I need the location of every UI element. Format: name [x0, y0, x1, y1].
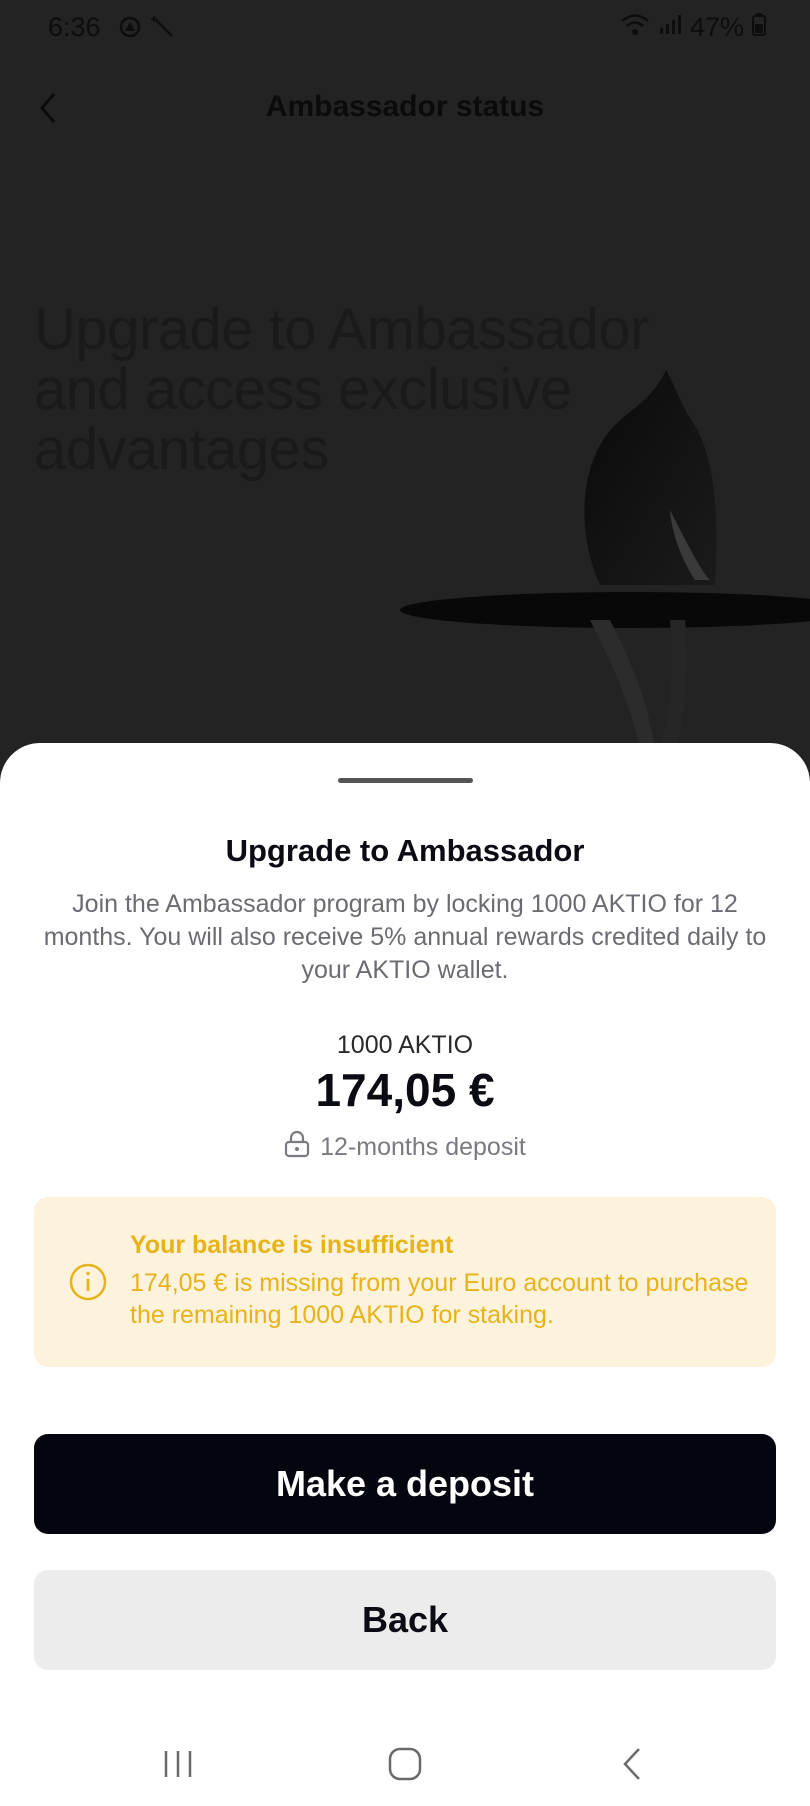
system-nav-bar — [0, 1733, 810, 1806]
notification-icon — [118, 15, 142, 46]
warning-title: Your balance is insufficient — [130, 1231, 454, 1259]
wifi-icon — [620, 12, 650, 43]
warning-text: 174,05 € is missing from your Euro accou… — [130, 1269, 749, 1329]
insufficient-balance-warning: Your balance is insufficient 174,05 € is… — [34, 1197, 776, 1367]
battery-icon — [752, 12, 766, 43]
back-icon[interactable] — [602, 1739, 662, 1789]
status-time: 6:36 — [48, 12, 101, 42]
make-deposit-button[interactable]: Make a deposit — [34, 1434, 776, 1534]
lock-icon — [284, 1130, 310, 1165]
sheet-title: Upgrade to Ambassador — [225, 833, 585, 868]
sheet-description: Join the Ambassador program by locking 1… — [43, 890, 767, 984]
signal-icon — [658, 12, 682, 43]
amount-label: 1000 AKTIO — [336, 1031, 474, 1059]
drag-handle[interactable] — [338, 778, 473, 783]
status-bar: 6:36 47% — [0, 0, 810, 56]
info-icon — [68, 1262, 108, 1302]
status-right: 47% — [620, 12, 766, 43]
back-button[interactable]: Back — [34, 1570, 776, 1670]
amount-value: 174,05 € — [315, 1064, 495, 1116]
battery-percent: 47% — [689, 12, 744, 42]
home-icon[interactable] — [375, 1739, 435, 1789]
recent-apps-icon[interactable] — [148, 1739, 208, 1789]
deposit-label: 12-months deposit — [320, 1133, 526, 1161]
screen: 6:36 47% Ambassador status Upgrade to Am… — [0, 0, 810, 1806]
deposit-row: 12-months deposit — [0, 1130, 810, 1165]
status-icons-left — [118, 14, 176, 47]
chess-knight-illustration — [370, 370, 810, 750]
page-title: Ambassador status — [265, 90, 545, 123]
app-header: Ambassador status — [0, 80, 810, 134]
wand-icon — [150, 14, 176, 47]
bottom-sheet: Upgrade to Ambassador Join the Ambassado… — [0, 743, 810, 1806]
